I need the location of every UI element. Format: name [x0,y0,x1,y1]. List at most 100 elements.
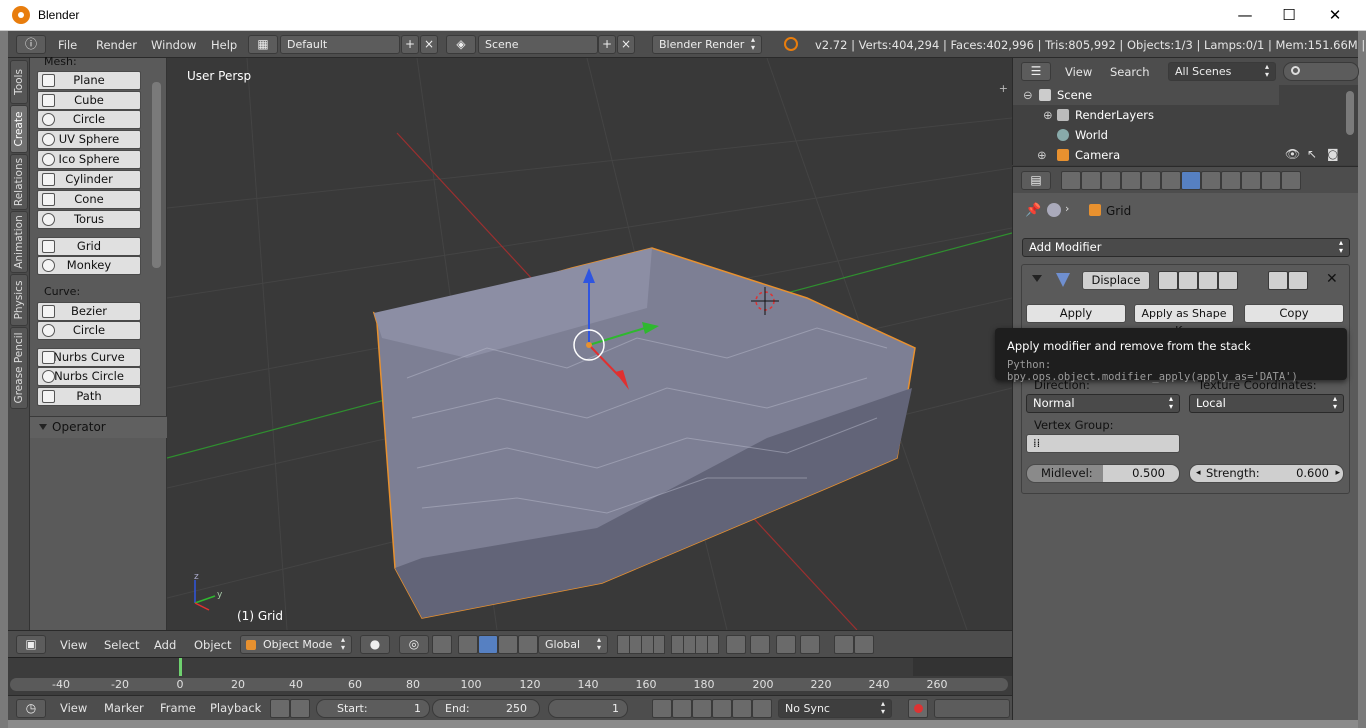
outliner-row-renderlayers[interactable]: ⊕ RenderLayers [1013,105,1279,125]
add-cylinder-button[interactable]: Cylinder [37,170,141,189]
remove-modifier-icon[interactable]: ✕ [1326,271,1338,287]
auto-keying-record-icon[interactable] [908,699,928,718]
timeline-menu-view[interactable]: View [60,701,87,715]
render-context-icon[interactable] [1061,171,1081,190]
tool-shelf-scrollbar[interactable] [152,82,161,268]
tab-create[interactable]: Create [10,105,28,153]
render-engine-dropdown[interactable]: Blender Render [652,35,762,54]
mode-dropdown[interactable]: Object Mode [240,635,352,654]
add-ico-sphere-button[interactable]: Ico Sphere [37,150,141,169]
outliner-row-camera[interactable]: ⊕ Camera [1013,145,1279,165]
add-curve-circle-button[interactable]: Circle [37,321,141,340]
object-context-icon[interactable] [1141,171,1161,190]
opengl-render-icon[interactable] [834,635,854,654]
vertex-group-field[interactable]: ⁞⁞ [1026,434,1180,453]
current-frame-marker[interactable] [179,658,182,676]
tab-relations[interactable]: Relations [10,154,28,210]
strength-field[interactable]: ◂ Strength: 0.600 ▸ [1189,464,1344,483]
minimize-button[interactable]: — [1222,0,1268,31]
add-nurbs-circle-button[interactable]: Nurbs Circle [37,367,141,386]
editor-type-timeline-icon[interactable]: ◷ [16,699,46,718]
add-torus-button[interactable]: Torus [37,210,141,229]
copy-modifier-button[interactable]: Copy [1244,304,1344,323]
add-scene-button[interactable]: + [598,35,616,54]
collapse-icon[interactable]: ⊖ [1023,85,1033,105]
add-cube-button[interactable]: Cube [37,91,141,110]
scale-manipulator-icon[interactable] [498,635,518,654]
falloff-icon[interactable] [776,635,796,654]
keying-set-field[interactable] [934,699,1010,718]
add-uv-sphere-button[interactable]: UV Sphere [37,130,141,149]
physics-context-icon[interactable] [1281,171,1301,190]
material-context-icon[interactable] [1221,171,1241,190]
maximize-button[interactable]: ☐ [1266,0,1312,31]
jump-keyframe-forward-icon[interactable] [732,699,752,718]
expand-icon[interactable]: ⊕ [1043,105,1053,125]
texture-context-icon[interactable] [1241,171,1261,190]
add-screen-button[interactable]: + [401,35,419,54]
view3d-menu-add[interactable]: Add [154,638,176,652]
menu-file[interactable]: File [58,38,77,52]
add-modifier-dropdown[interactable]: Add Modifier [1022,238,1350,257]
modifier-name-field[interactable]: Displace [1082,271,1150,290]
render-layers-context-icon[interactable] [1081,171,1101,190]
outliner-scrollbar[interactable] [1346,91,1354,135]
constraints-context-icon[interactable] [1161,171,1181,190]
proportional-edit-icon[interactable] [750,635,770,654]
remove-screen-button[interactable]: × [420,35,438,54]
end-frame-field[interactable]: End: 250 [432,699,540,718]
editor-type-info-icon[interactable]: ⓘ [16,35,46,54]
menu-window[interactable]: Window [151,38,196,52]
screen-layout-icon[interactable]: ▦ [248,35,278,54]
pivot-point-icon[interactable]: ◎ [399,635,429,654]
timeline-area[interactable]: -40 -20 0 20 40 60 80 100 120 140 160 18… [8,657,1012,695]
sync-mode-dropdown[interactable]: No Sync [778,699,892,718]
tab-animation[interactable]: Animation [10,211,28,273]
outliner-row-world[interactable]: World [1013,125,1279,145]
timeline-menu-marker[interactable]: Marker [104,701,144,715]
operator-panel-header[interactable]: Operator [30,416,167,438]
selectability-cursor-icon[interactable]: ↖ [1307,147,1317,161]
add-circle-button[interactable]: Circle [37,110,141,129]
increment-arrow-icon[interactable]: ▸ [1335,465,1340,482]
editor-type-outliner-icon[interactable]: ☰ [1021,62,1051,81]
apply-as-shape-button[interactable]: Apply as Shape K... [1134,304,1234,337]
add-path-button[interactable]: Path [37,387,141,406]
move-up-icon[interactable] [1268,271,1288,290]
view3d-menu-object[interactable]: Object [194,638,231,652]
opengl-render-animation-icon[interactable] [854,635,874,654]
translate-manipulator-icon[interactable] [458,635,478,654]
region-expand-icon[interactable]: + [999,82,1008,95]
viewport-shading-icon[interactable]: ● [360,635,390,654]
midlevel-slider[interactable]: Midlevel: 0.500 [1026,464,1180,483]
timeline-menu-playback[interactable]: Playback [210,701,261,715]
decrement-arrow-icon[interactable]: ◂ [1196,465,1201,482]
timeline-scrollbar[interactable] [10,678,1008,691]
tab-grease-pencil[interactable]: Grease Pencil [10,327,28,409]
add-grid-button[interactable]: Grid [37,237,141,256]
jump-start-icon[interactable] [652,699,672,718]
play-reverse-icon[interactable] [692,699,712,718]
modifiers-wrench-icon[interactable] [1181,171,1201,190]
3d-viewport[interactable]: z y User Persp (1) Grid + [167,58,1012,630]
add-cone-button[interactable]: Cone [37,190,141,209]
world-context-icon[interactable] [1121,171,1141,190]
scene-context-icon[interactable] [1101,171,1121,190]
apply-modifier-button[interactable]: Apply [1026,304,1126,323]
scene-field[interactable]: Scene [478,35,598,54]
menu-render[interactable]: Render [96,38,137,52]
menu-help[interactable]: Help [211,38,237,52]
add-plane-button[interactable]: Plane [37,71,141,90]
add-bezier-button[interactable]: Bezier [37,302,141,321]
data-context-icon[interactable] [1201,171,1221,190]
add-monkey-button[interactable]: Monkey [37,256,141,275]
remove-scene-button[interactable]: × [617,35,635,54]
view3d-menu-select[interactable]: Select [104,638,139,652]
show-on-cage-icon[interactable] [1218,271,1238,290]
renderability-camera-icon[interactable]: ◙ [1327,147,1339,161]
show-in-editmode-icon[interactable] [1198,271,1218,290]
modifier-collapse-icon[interactable] [1032,275,1042,282]
add-nurbs-curve-button[interactable]: Nurbs Curve [37,348,141,367]
transform-orientation-dropdown[interactable]: Global [538,635,608,654]
editor-type-properties-icon[interactable]: ▤ [1021,171,1051,190]
